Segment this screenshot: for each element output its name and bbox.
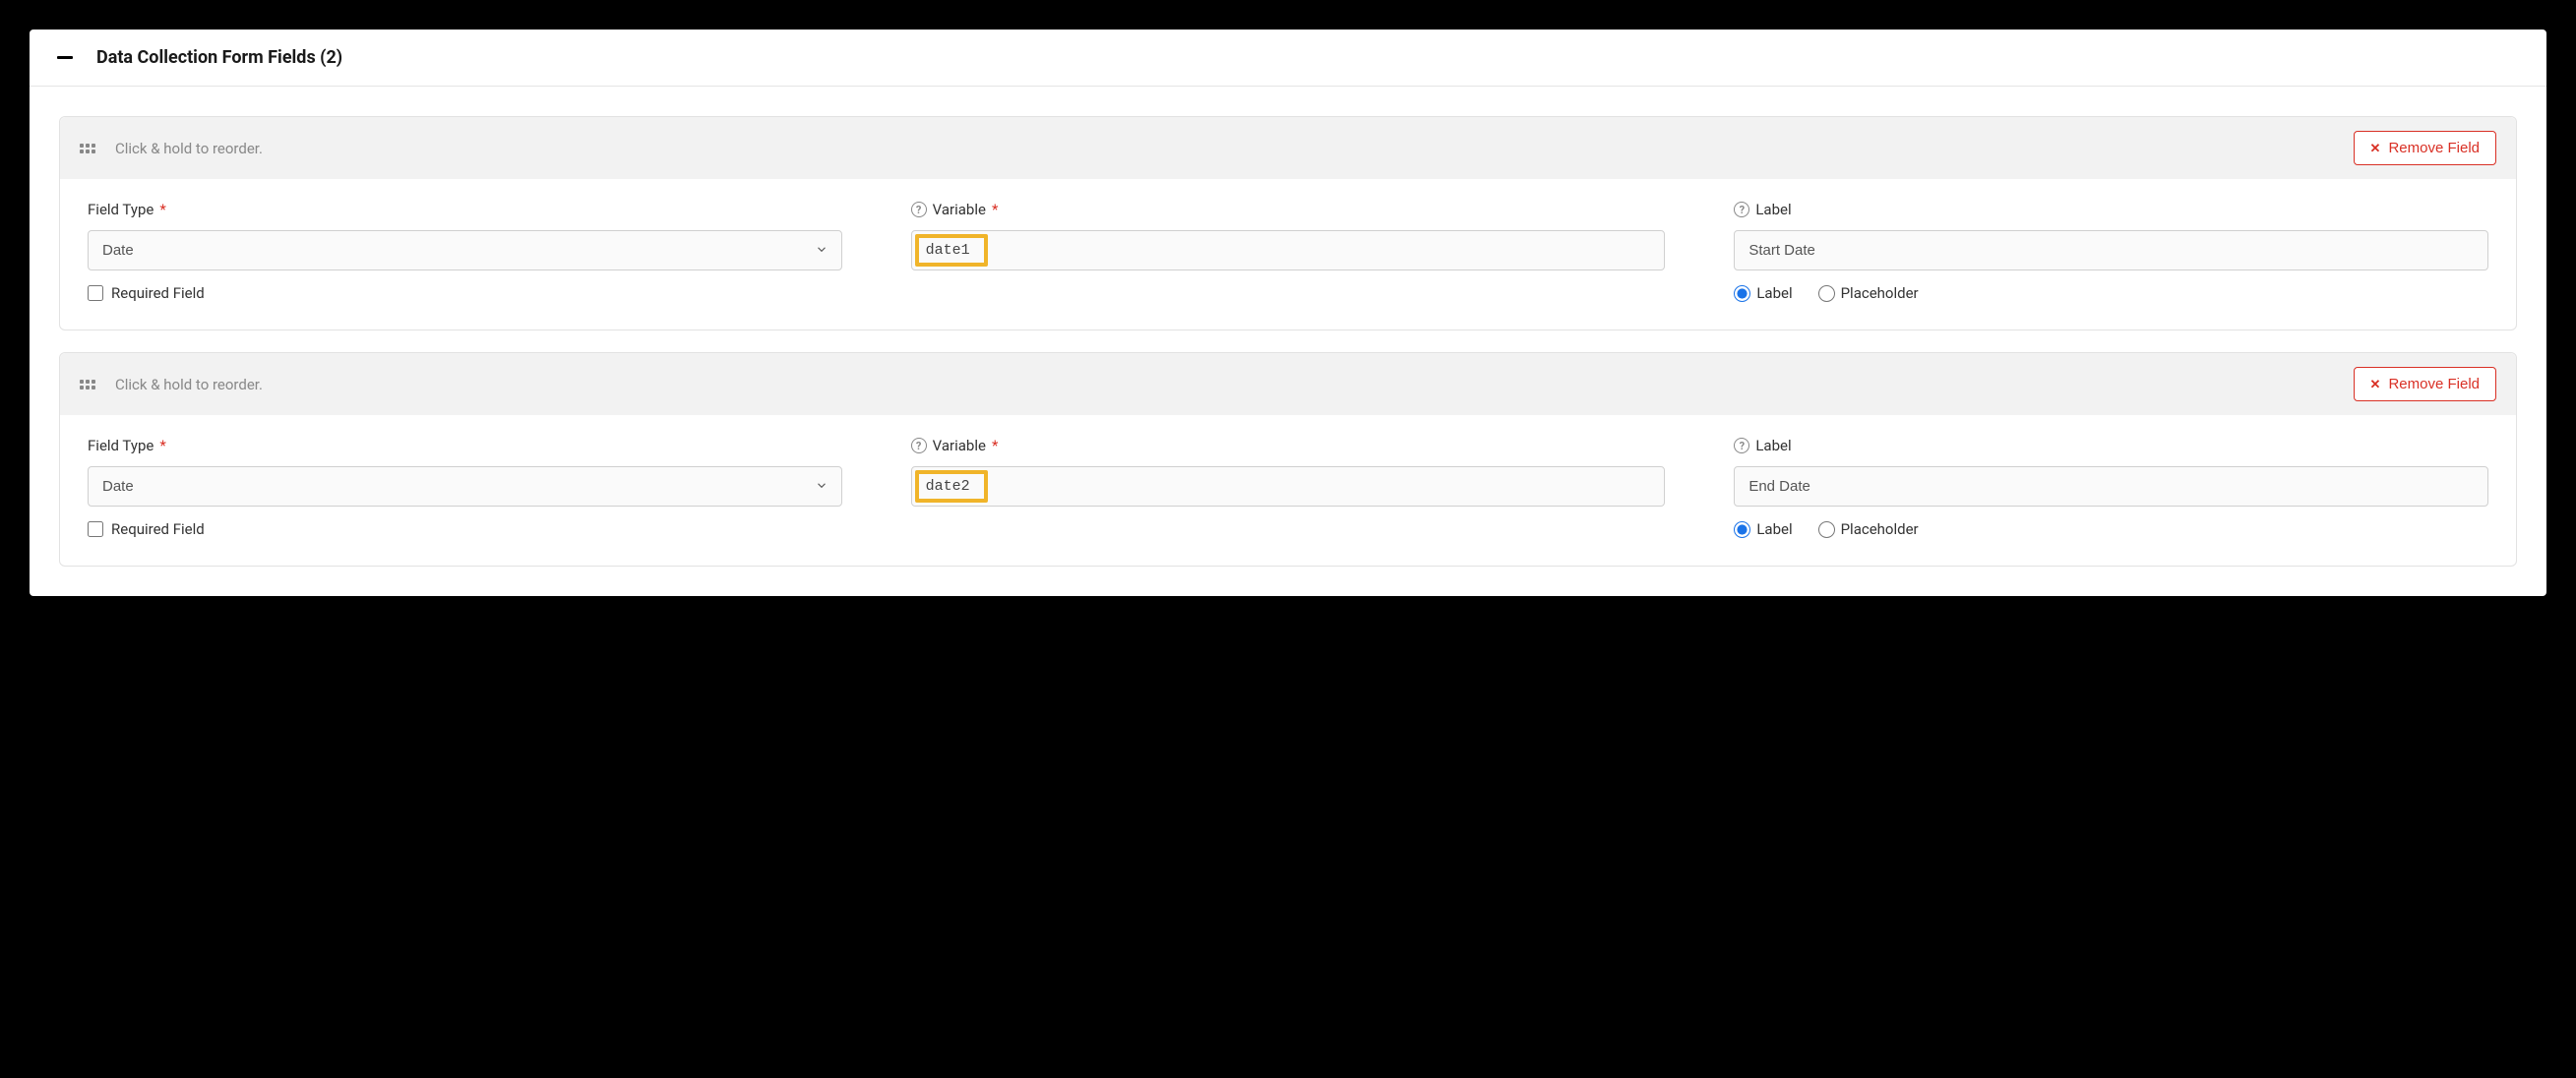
radio-label-text: Label [1756,520,1792,538]
variable-label-row: ? Variable * [911,201,1666,218]
label-column: ? Label Label Placeholder [1734,437,2488,538]
remove-field-button[interactable]: ✕ Remove Field [2354,131,2496,165]
radio-label[interactable] [1734,521,1750,538]
variable-label: Variable [933,437,986,454]
close-icon: ✕ [2370,377,2381,392]
section-title: Data Collection Form Fields (2) [96,47,342,68]
required-field-checkbox-row[interactable]: Required Field [88,520,842,538]
required-star: * [992,201,998,218]
drag-hint-text: Click & hold to reorder. [115,376,263,393]
variable-column: ? Variable * [911,201,1666,302]
help-icon[interactable]: ? [911,202,927,217]
display-mode-radios: Label Placeholder [1734,284,2488,302]
field-type-label: Field Type [88,437,153,454]
label-input[interactable] [1734,230,2488,270]
radio-placeholder[interactable] [1818,285,1835,302]
section-header[interactable]: Data Collection Form Fields (2) [30,30,2546,87]
field-card: Click & hold to reorder. ✕ Remove Field … [59,352,2517,567]
field-body: Field Type * Required Field [60,415,2516,566]
drag-area[interactable]: Click & hold to reorder. [80,376,263,393]
remove-field-label: Remove Field [2388,376,2480,392]
field-type-label-row: Field Type * [88,437,842,454]
field-type-column: Field Type * Required Field [88,437,842,538]
required-star: * [159,437,165,454]
required-field-checkbox[interactable] [88,285,103,301]
remove-field-label: Remove Field [2388,140,2480,156]
required-field-label: Required Field [111,520,205,538]
radio-placeholder-text: Placeholder [1841,284,1919,302]
radio-label-option[interactable]: Label [1734,284,1792,302]
field-type-select[interactable] [88,466,842,507]
radio-placeholder[interactable] [1818,521,1835,538]
help-icon[interactable]: ? [1734,202,1749,217]
help-icon[interactable]: ? [1734,438,1749,453]
required-field-checkbox[interactable] [88,521,103,537]
radio-placeholder-option[interactable]: Placeholder [1818,284,1919,302]
variable-input[interactable] [911,230,1666,270]
variable-input-wrap [911,230,1666,270]
remove-field-button[interactable]: ✕ Remove Field [2354,367,2496,401]
drag-handle-icon [80,380,95,389]
collapse-icon [57,56,73,59]
field-type-label-row: Field Type * [88,201,842,218]
field-body: Field Type * Required Field [60,179,2516,329]
radio-placeholder-text: Placeholder [1841,520,1919,538]
label-column: ? Label Label Placeholder [1734,201,2488,302]
field-card: Click & hold to reorder. ✕ Remove Field … [59,116,2517,330]
variable-column: ? Variable * [911,437,1666,538]
variable-input[interactable] [911,466,1666,507]
field-header: Click & hold to reorder. ✕ Remove Field [60,117,2516,179]
field-type-select-wrap [88,466,842,507]
drag-handle-icon [80,144,95,153]
label-label-row: ? Label [1734,201,2488,218]
radio-label-option[interactable]: Label [1734,520,1792,538]
help-icon[interactable]: ? [911,438,927,453]
form-fields-panel: Data Collection Form Fields (2) Click & … [30,30,2546,596]
drag-hint-text: Click & hold to reorder. [115,140,263,157]
required-field-checkbox-row[interactable]: Required Field [88,284,842,302]
close-icon: ✕ [2370,141,2381,156]
fields-container: Click & hold to reorder. ✕ Remove Field … [30,87,2546,596]
variable-input-wrap [911,466,1666,507]
field-type-label: Field Type [88,201,153,218]
required-star: * [159,201,165,218]
field-type-select[interactable] [88,230,842,270]
label-input[interactable] [1734,466,2488,507]
field-header: Click & hold to reorder. ✕ Remove Field [60,353,2516,415]
variable-label-row: ? Variable * [911,437,1666,454]
drag-area[interactable]: Click & hold to reorder. [80,140,263,157]
display-mode-radios: Label Placeholder [1734,520,2488,538]
label-label: Label [1755,437,1791,454]
radio-placeholder-option[interactable]: Placeholder [1818,520,1919,538]
radio-label[interactable] [1734,285,1750,302]
field-type-select-wrap [88,230,842,270]
radio-label-text: Label [1756,284,1792,302]
field-type-column: Field Type * Required Field [88,201,842,302]
label-label: Label [1755,201,1791,218]
required-star: * [992,437,998,454]
label-label-row: ? Label [1734,437,2488,454]
required-field-label: Required Field [111,284,205,302]
variable-label: Variable [933,201,986,218]
